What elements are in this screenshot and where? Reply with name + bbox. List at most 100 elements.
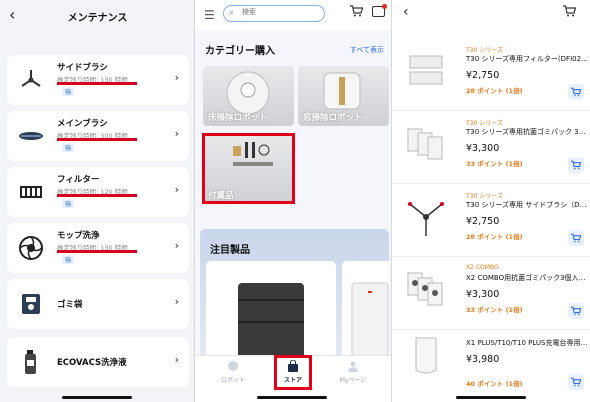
tab-robot[interactable]: ロボット (203, 360, 263, 384)
add-to-cart-button[interactable] (568, 230, 584, 246)
product-name: T30 シリーズ専用抗菌ゴミパック 3… (466, 128, 586, 136)
home-indicator (257, 396, 327, 399)
chevron-right-icon: › (174, 127, 179, 140)
side-brush-product-image (408, 202, 444, 236)
red-underline (57, 82, 137, 85)
cleaning-liquid-icon (25, 350, 36, 374)
tab-label: Myページ (339, 377, 367, 384)
product-name: X2 COMBO用抗菌ゴミパック3個入… (466, 274, 586, 282)
maintenance-item-mop[interactable]: モップ洗浄 推定残り時間: 150 時間 強 › (7, 223, 189, 273)
divider (392, 256, 590, 257)
item-name: ECOVACS洗浄液 (57, 358, 127, 368)
featured-title: 注目製品 (210, 245, 250, 256)
divider (392, 183, 590, 184)
floor-robot-image (226, 71, 270, 115)
maintenance-header: ‹ メンテナンス (0, 0, 194, 34)
store-panel: ☰ ⌕ カテゴリー購入 すべて表示 床掃除ロボット (195, 0, 392, 402)
featured-product-card[interactable] (342, 261, 389, 369)
category-title: カテゴリー購入 (205, 46, 275, 57)
user-icon (348, 361, 358, 372)
tab-label: ロボット (220, 377, 245, 384)
divider (392, 110, 590, 111)
featured-section: 注目製品 (200, 229, 389, 369)
back-chevron-icon[interactable]: ‹ (403, 4, 409, 20)
chevron-right-icon: › (174, 353, 179, 366)
add-to-cart-button[interactable] (568, 84, 584, 100)
mop-icon (19, 236, 43, 260)
cart-icon[interactable] (350, 5, 363, 17)
item-name: ゴミ袋 (57, 300, 83, 310)
featured-product-card[interactable] (206, 261, 336, 369)
category-label: 窓掃除ロボット (303, 113, 363, 123)
chevron-right-icon: › (174, 295, 179, 308)
chevron-right-icon: › (174, 71, 179, 84)
item-name: サイドブラシ (57, 63, 108, 73)
dust-bag-icon (22, 294, 40, 314)
dust-bag-product-image (407, 128, 443, 160)
cart-icon[interactable] (563, 5, 576, 17)
category-label: 床掃除ロボット (208, 113, 268, 123)
add-to-cart-button[interactable] (568, 303, 584, 319)
maintenance-item-dust-bag[interactable]: ゴミ袋 › (7, 279, 189, 329)
search-bar[interactable]: ⌕ (223, 5, 325, 22)
robot-icon (228, 361, 238, 371)
category-floor-robot[interactable]: 床掃除ロボット (203, 66, 294, 126)
maintenance-item-main-brush[interactable]: メインブラシ 推定残り時間: 300 時間 強 › (7, 111, 189, 161)
message-icon[interactable] (372, 4, 387, 17)
product-list-item[interactable]: T30 シリーズ T30 シリーズ専用抗菌ゴミパック 3… ¥3,300 33 … (392, 113, 590, 183)
red-underline (57, 138, 137, 141)
maintenance-panel: ‹ メンテナンス サイドブラシ 推定残り時間: 150 時間 強 › メインブラ… (0, 0, 195, 402)
maintenance-item-cleaning-liquid[interactable]: ECOVACS洗浄液 › (7, 337, 189, 387)
product-name: T30 シリーズ専用フィルター(DFI02… (466, 55, 589, 63)
notification-dot (382, 4, 387, 9)
product-list-item[interactable]: X1 PLUS/T10/T10 PLUS充電台専用… ¥3,980 40 ポイン… (392, 324, 590, 394)
station-image (351, 282, 389, 360)
status-badge: 強 (62, 255, 75, 264)
reward-points: 28 ポイント (1倍) (466, 87, 523, 95)
highlight-box-accessories (202, 133, 295, 204)
cart-icon (571, 306, 581, 316)
tab-mypage[interactable]: Myページ (323, 360, 383, 384)
series-label: T30 シリーズ (466, 120, 503, 127)
search-icon: ⌕ (229, 8, 235, 18)
reward-points: 28 ポイント (1倍) (466, 233, 523, 241)
charging-dock-product-image (415, 337, 437, 374)
maintenance-item-side-brush[interactable]: サイドブラシ 推定残り時間: 150 時間 強 › (7, 55, 189, 105)
reward-points: 33 ポイント (1倍) (466, 306, 523, 314)
status-badge: 強 (62, 87, 75, 96)
window-robot-image (323, 72, 361, 110)
product-price: ¥3,300 (466, 289, 500, 300)
menu-icon[interactable]: ☰ (204, 8, 215, 22)
category-window-robot[interactable]: 窓掃除ロボット (298, 66, 389, 126)
cart-icon (571, 233, 581, 243)
maintenance-item-filter[interactable]: フィルター 推定残り時間: 120 時間 強 › (7, 167, 189, 217)
product-list-item[interactable]: T30 シリーズ T30 シリーズ専用 サイドブラシ（D… ¥2,750 28 … (392, 186, 590, 256)
product-list-item[interactable]: X2 COMBO X2 COMBO用抗菌ゴミパック3個入… ¥3,300 33 … (392, 259, 590, 329)
chevron-right-icon: › (174, 183, 179, 196)
page-title: メンテナンス (67, 13, 128, 24)
accessories-panel: ‹ T30 シリーズ T30 シリーズ専用フィルター(DFI02… ¥2,750… (392, 0, 590, 402)
home-indicator (62, 396, 132, 399)
store-topbar: ☰ ⌕ (195, 0, 391, 30)
status-badge: 強 (62, 199, 75, 208)
view-all-link[interactable]: すべて表示 (350, 45, 384, 55)
series-label: X2 COMBO (466, 264, 499, 271)
station-image (238, 283, 304, 359)
add-to-cart-button[interactable] (568, 374, 584, 390)
product-price: ¥3,980 (466, 354, 500, 365)
filter-product-image (409, 55, 443, 85)
cart-icon (571, 377, 581, 387)
red-underline (57, 250, 137, 253)
main-brush-icon (19, 132, 43, 140)
add-to-cart-button[interactable] (568, 157, 584, 173)
product-list-item[interactable]: T30 シリーズ T30 シリーズ専用フィルター(DFI02… ¥2,750 2… (392, 40, 590, 110)
filter-icon (20, 186, 42, 198)
reward-points: 40 ポイント (1倍) (466, 380, 523, 388)
search-input[interactable] (242, 8, 322, 16)
product-name: T30 シリーズ専用 サイドブラシ（D… (466, 201, 587, 209)
product-price: ¥2,750 (466, 216, 500, 227)
item-name: モップ洗浄 (57, 231, 100, 241)
dust-bag-product-image (407, 272, 443, 306)
home-indicator (456, 396, 526, 399)
status-badge: 強 (62, 143, 75, 152)
